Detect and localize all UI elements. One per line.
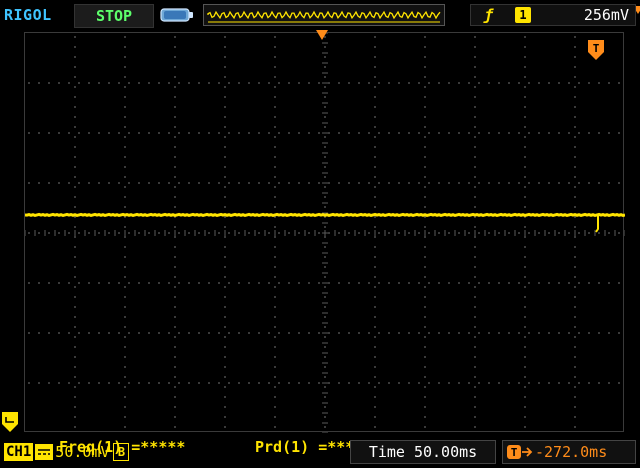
trigger-panel[interactable]: ƒ 1 256mV <box>470 4 636 26</box>
rising-edge-icon: ƒ <box>484 6 494 24</box>
ch1-ground-marker-icon[interactable] <box>2 412 18 432</box>
trace-glitch <box>595 215 599 233</box>
trigger-position-marker-icon[interactable] <box>316 30 328 40</box>
battery-icon <box>160 8 193 22</box>
ch1-trace <box>25 212 625 233</box>
svg-text:T: T <box>593 42 600 55</box>
memory-depth-bar[interactable] <box>203 4 640 26</box>
trigger-level: 256mV <box>583 6 629 24</box>
trigger-source-badge: 1 <box>515 7 531 23</box>
ch1-settings[interactable]: CH1 50.0mV B <box>4 441 130 463</box>
trigger-offset-icon: T <box>507 445 533 459</box>
trigger-level-marker-icon[interactable]: T <box>588 40 604 60</box>
waveform-display[interactable]: Freq(1) =***** Prd(1) =***** <box>24 32 625 456</box>
svg-text:T: T <box>511 446 518 459</box>
trigger-offset[interactable]: T -272.0ms <box>502 440 636 464</box>
run-stop-status[interactable]: STOP <box>74 4 154 28</box>
ch1-label: CH1 <box>4 443 34 461</box>
timebase-scale[interactable]: Time 50.00ms <box>350 440 496 464</box>
ch1-vertical-scale: 50.0mV <box>55 443 110 461</box>
brand-logo: RIGOL <box>4 6 52 24</box>
dc-coupling-icon <box>35 444 54 460</box>
bandwidth-limit-badge: B <box>113 443 130 461</box>
memory-depth-waveform-icon <box>207 10 441 23</box>
trigger-offset-value: -272.0ms <box>535 443 608 461</box>
